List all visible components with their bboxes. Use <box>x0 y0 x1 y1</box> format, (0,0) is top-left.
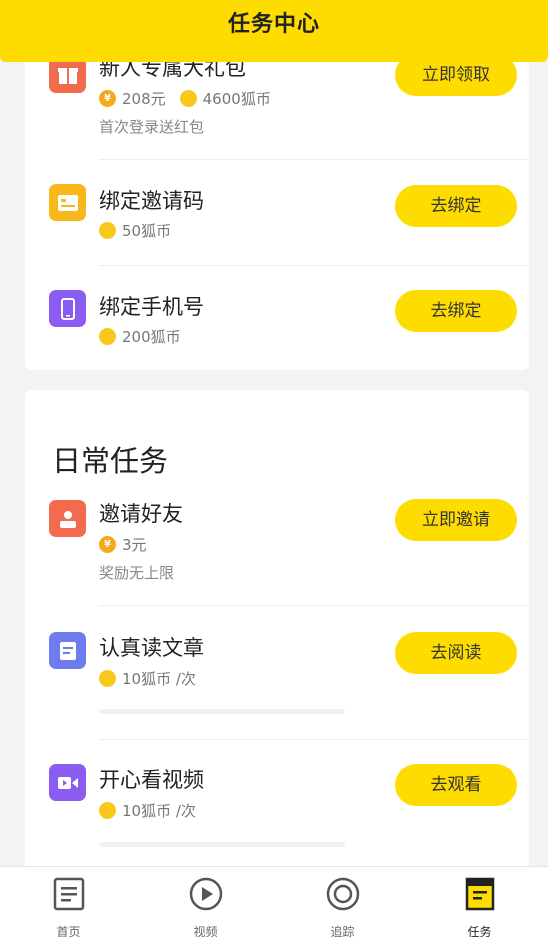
reward-yuan: 3元 <box>122 536 147 554</box>
phone-icon <box>49 290 86 327</box>
task-reward: 10狐币 /次 <box>99 800 196 821</box>
coin-icon <box>99 802 116 819</box>
tab-video[interactable]: 视频 <box>137 867 274 937</box>
article-icon <box>49 632 86 669</box>
tab-tasks[interactable]: 任务 <box>411 867 548 937</box>
tab-home[interactable]: 首页 <box>0 867 137 937</box>
reward-coins: 10狐币 /次 <box>122 802 196 820</box>
tab-label: 首页 <box>56 925 81 937</box>
task-icon <box>465 877 494 911</box>
coin-icon <box>99 670 116 687</box>
task-reward: 10狐币 /次 <box>99 668 196 689</box>
coin-icon <box>99 222 116 239</box>
reward-coins: 50狐币 <box>122 222 172 240</box>
header-bar: 任务中心 <box>0 0 548 62</box>
task-row-bind-phone: 绑定手机号 200狐币 去绑定 <box>25 266 529 370</box>
task-reward: 200狐币 <box>99 326 181 347</box>
tab-label: 追踪 <box>330 925 355 937</box>
user-icon <box>49 500 86 537</box>
task-title: 认真读文章 <box>99 636 204 660</box>
target-icon <box>326 877 359 911</box>
section-title: 日常任务 <box>52 444 169 478</box>
progress-bar <box>99 842 345 847</box>
task-row-bind-invite: 绑定邀请码 50狐币 去绑定 <box>25 160 529 265</box>
task-title: 绑定邀请码 <box>99 189 204 213</box>
task-title: 邀请好友 <box>99 502 183 526</box>
tab-track[interactable]: 追踪 <box>274 867 411 937</box>
bind-phone-button[interactable]: 去绑定 <box>395 290 517 332</box>
read-button[interactable]: 去阅读 <box>395 632 517 674</box>
yuan-icon: ¥ <box>99 90 116 107</box>
progress-bar <box>99 709 345 714</box>
task-row-read-article: 认真读文章 10狐币 /次 去阅读 <box>25 606 529 738</box>
task-reward: 50狐币 <box>99 220 171 241</box>
invite-code-icon <box>49 184 86 221</box>
page-title: 任务中心 <box>227 12 320 37</box>
reward-coins: 4600狐币 <box>202 90 271 108</box>
task-row-invite-friends: 邀请好友 ¥ 3元 奖励无上限 立即邀请 <box>25 490 529 605</box>
task-reward: ¥ 3元 <box>99 534 147 555</box>
home-doc-icon <box>53 877 84 911</box>
invite-button[interactable]: 立即邀请 <box>395 499 517 541</box>
newbie-tasks-card: 新人专属大礼包 ¥ 208元 4600狐币 首次登录送红包 立即领取 绑定邀请码… <box>25 30 529 370</box>
bottom-tabbar: 首页 视频 追踪 任务 <box>0 866 548 937</box>
tab-label: 视频 <box>193 925 218 937</box>
task-reward: ¥ 208元 4600狐币 <box>99 88 271 109</box>
video-icon <box>49 764 86 801</box>
task-desc: 首次登录送红包 <box>99 118 205 136</box>
task-title: 绑定手机号 <box>99 295 204 319</box>
task-row-watch-video: 开心看视频 10狐币 /次 去观看 <box>25 740 529 880</box>
watch-button[interactable]: 去观看 <box>395 764 517 806</box>
task-desc: 奖励无上限 <box>99 564 175 582</box>
task-title: 开心看视频 <box>99 768 204 792</box>
yuan-icon: ¥ <box>99 536 116 553</box>
coin-icon <box>99 328 116 345</box>
daily-tasks-card: 日常任务 邀请好友 ¥ 3元 奖励无上限 立即邀请 认真读文章 10狐币 /次 … <box>25 390 529 880</box>
tab-label: 任务 <box>467 925 492 937</box>
coin-icon <box>179 90 197 107</box>
reward-coins: 200狐币 <box>122 328 181 346</box>
reward-yuan: 208元 <box>122 90 166 108</box>
play-icon <box>189 877 222 911</box>
reward-coins: 10狐币 /次 <box>122 670 196 688</box>
bind-invite-button[interactable]: 去绑定 <box>395 185 517 227</box>
